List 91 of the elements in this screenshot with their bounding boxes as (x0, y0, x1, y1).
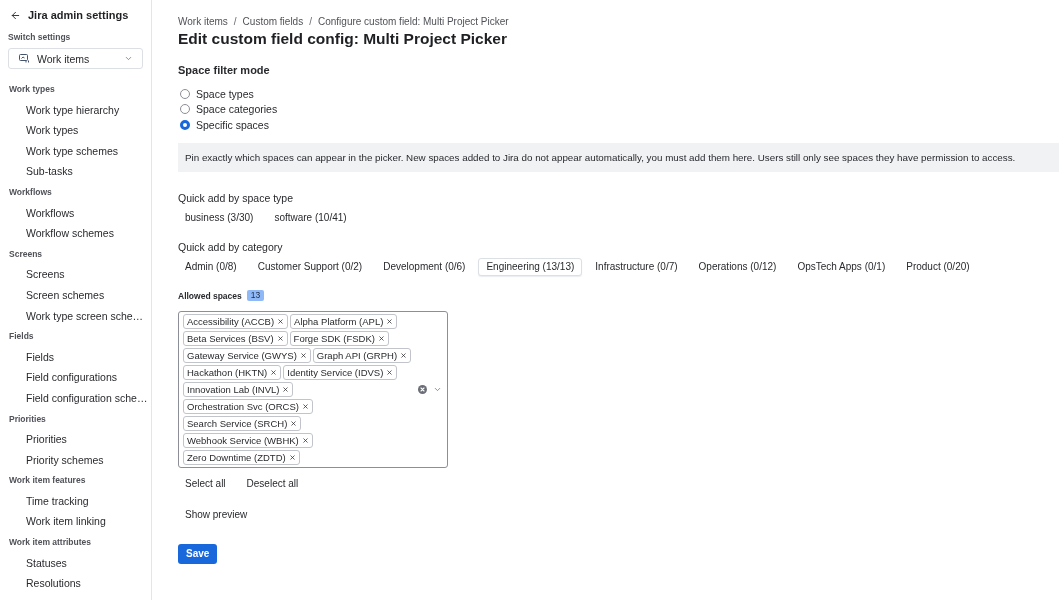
space-tag: Hackathon (HKTN) (183, 364, 282, 380)
back-icon[interactable] (10, 9, 21, 21)
nav-section-heading: Fields (8, 330, 34, 344)
remove-icon[interactable] (386, 368, 394, 376)
radio-icon[interactable] (180, 88, 190, 99)
screen-icon (19, 54, 29, 63)
radio-option[interactable]: Space categories (178, 101, 278, 117)
remove-icon[interactable] (299, 351, 307, 359)
space-tag: Zero Downtime (ZDTD) (183, 449, 300, 465)
quick-add-button[interactable]: Infrastructure (0/7) (587, 257, 686, 276)
radio-icon[interactable] (180, 104, 190, 115)
quick-add-button[interactable]: OpsTech Apps (0/1) (789, 257, 894, 276)
breadcrumb-link[interactable]: Work items (178, 15, 228, 29)
remove-icon[interactable] (301, 402, 309, 410)
space-tag: Graph API (GRPH) (312, 347, 412, 363)
quick-add-button[interactable]: Development (0/6) (375, 257, 474, 276)
field-label: Allowed spaces (178, 290, 242, 301)
nav-item[interactable]: Workflows (0, 202, 147, 224)
nav-section-heading: Priorities (8, 412, 46, 426)
nav-item[interactable]: Work type schemes (0, 140, 147, 162)
remove-icon[interactable] (282, 385, 290, 393)
breadcrumb-separator: / (233, 15, 237, 29)
quick-add-button[interactable]: Admin (0/8) (177, 257, 245, 276)
radio-option[interactable]: Space types (178, 86, 254, 102)
quick-add-button[interactable]: Operations (0/12) (690, 257, 785, 276)
remove-icon[interactable] (290, 419, 298, 427)
remove-icon[interactable] (276, 334, 284, 342)
settings-switcher[interactable]: Work items (8, 48, 143, 69)
space-tag: Alpha Platform (APL) (290, 313, 398, 329)
breadcrumb-link[interactable]: Custom fields (242, 15, 304, 29)
nav-item[interactable]: Priority schemes (0, 449, 147, 471)
radio-icon[interactable] (180, 119, 190, 130)
nav-item[interactable]: Resolutions (0, 573, 147, 594)
quick-add-button[interactable]: Engineering (13/13) (478, 257, 583, 276)
nav-section-heading: Workflows (8, 185, 52, 199)
nav-item[interactable]: Time tracking (0, 490, 147, 512)
nav-item[interactable]: Field configurations (0, 367, 147, 388)
quick-add-button[interactable]: business (3/30) (177, 208, 262, 227)
chevron-down-icon (124, 54, 133, 63)
sidebar-title: Jira admin settings (28, 9, 129, 21)
nav-item[interactable]: Work type screen sche… (0, 305, 147, 327)
quick-add-button[interactable]: Customer Support (0/2) (249, 257, 371, 276)
nav-item[interactable]: Screen schemes (0, 284, 147, 306)
nav-item[interactable]: Fields (0, 346, 147, 368)
space-tag: Forge SDK (FSDK) (289, 330, 389, 346)
space-tag: Identity Service (IDVS) (283, 364, 398, 380)
bulk-action-button[interactable]: Select all (177, 474, 234, 493)
section-heading: Space filter mode (178, 63, 270, 78)
space-tag: Accessibility (ACCB) (183, 313, 289, 329)
radio-option[interactable]: Specific spaces (178, 117, 269, 133)
nav-section-heading: Work types (8, 83, 55, 96)
preview-button[interactable]: Show preview (177, 505, 256, 524)
nav-item[interactable]: Field configuration sche… (0, 387, 147, 409)
quick-add-button[interactable]: software (10/41) (266, 208, 355, 227)
nav-section-heading: Screens (8, 247, 43, 261)
nav-item[interactable]: Statuses (0, 552, 147, 574)
space-tag: Beta Services (BSV) (183, 330, 288, 346)
space-tag: Gateway Service (GWYS) (183, 347, 311, 363)
page-title: Edit custom field config: Multi Project Picker (178, 29, 507, 49)
clear-icon[interactable] (418, 384, 427, 394)
remove-icon[interactable] (288, 453, 296, 461)
breadcrumb-separator: / (309, 15, 312, 29)
space-tag: Orchestration Svc (ORCS) (183, 398, 313, 414)
field-label: Quick add by space type (178, 190, 293, 205)
save-button[interactable]: Save (178, 543, 218, 564)
nav-item[interactable]: Work type hierarchy (0, 99, 147, 121)
space-tag: Webhook Service (WBHK) (183, 432, 313, 448)
breadcrumb-link[interactable]: Configure custom field: Multi Project Picker (317, 15, 509, 29)
nav-item[interactable]: Screens (0, 264, 147, 285)
multi-select-field[interactable] (178, 310, 448, 468)
bulk-action-button[interactable]: Deselect all (238, 474, 307, 493)
quick-add-button[interactable]: Product (0/20) (898, 257, 978, 276)
remove-icon[interactable] (301, 436, 309, 444)
nav-item[interactable]: Work item linking (0, 511, 147, 533)
space-tag: Search Service (SRCH) (183, 415, 302, 431)
switch-settings-label: Switch settings (7, 31, 71, 43)
remove-icon[interactable] (270, 368, 278, 376)
remove-icon[interactable] (277, 317, 285, 325)
remove-icon[interactable] (386, 317, 394, 325)
info-banner: Pin exactly which spaces can appear in the picker. New spaces added to Jira do not appear automatically, you must add them here. Users still only see spaces they have permission to access. (178, 142, 1059, 172)
space-tag: Innovation Lab (INVL) (183, 381, 294, 397)
count-badge: 13 (246, 290, 265, 301)
nav-item[interactable]: Priorities (0, 429, 147, 450)
remove-icon[interactable] (377, 334, 385, 342)
nav-section-heading: Work item attributes (8, 536, 92, 550)
remove-icon[interactable] (400, 351, 408, 359)
nav-item[interactable]: Work types (0, 120, 147, 141)
nav-section-heading: Work item features (8, 474, 86, 488)
nav-item[interactable]: Workflow schemes (0, 223, 147, 244)
nav-item[interactable]: Sub-tasks (0, 161, 147, 182)
field-label: Quick add by category (178, 239, 283, 254)
